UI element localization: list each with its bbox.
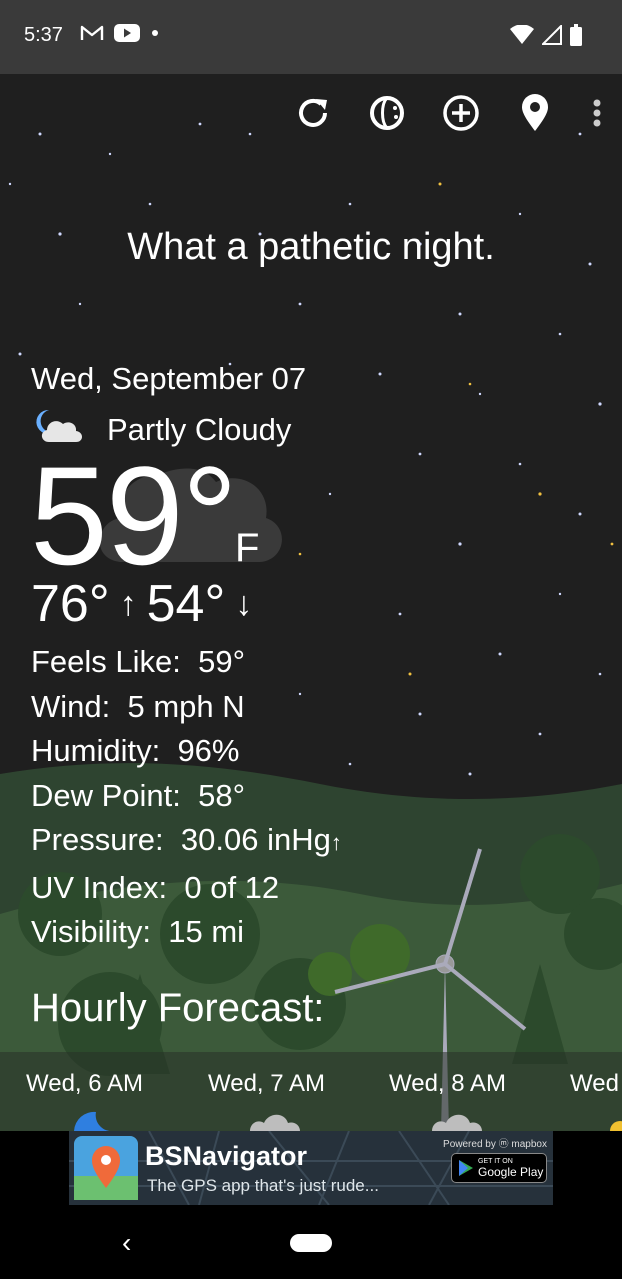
detail-dew-point: Dew Point: 58° — [31, 777, 246, 813]
tagline: What a pathetic night. — [127, 226, 495, 268]
notification-icons — [80, 24, 160, 47]
pressure-trend-icon: ↑ — [330, 830, 342, 855]
hourly-forecast-list[interactable]: Wed, 6 AM Wed, 7 AM Wed, 8 AM Wed — [0, 1052, 622, 1131]
moon-icon — [74, 1111, 114, 1131]
toolbar — [294, 93, 604, 137]
sun-icon — [610, 1121, 622, 1131]
system-icons — [510, 23, 582, 51]
ad-banner[interactable]: BSNavigator The GPS app that's just rude… — [69, 1131, 553, 1205]
battery-icon — [570, 24, 582, 51]
gmail-icon — [80, 24, 104, 47]
app-logo — [74, 1136, 138, 1200]
dot-icon — [150, 24, 160, 47]
more-options-icon — [593, 99, 601, 132]
ad-subtitle: The GPS app that's just rude... — [147, 1176, 379, 1195]
location-button[interactable] — [516, 93, 554, 137]
home-button[interactable] — [290, 1234, 332, 1252]
ad-title: BSNavigator — [145, 1141, 308, 1171]
current-temperature: 59° F — [30, 437, 259, 594]
navigation-bar: ‹ — [0, 1207, 622, 1279]
detail-humidity: Humidity: 96% — [31, 733, 240, 768]
youtube-icon — [114, 24, 140, 47]
ad-powered-by: Powered by ⓜ mapbox — [443, 1139, 547, 1150]
refresh-icon — [294, 94, 332, 137]
arrow-down-icon: ↓ — [235, 584, 253, 623]
detail-visibility: Visibility: 15 mi — [31, 914, 245, 949]
back-button[interactable]: ‹ — [122, 1227, 131, 1259]
high-low: 76° ↑ 54° ↓ — [31, 574, 252, 634]
detail-feels-like: Feels Like: 59° — [31, 644, 246, 679]
detail-uv-index: UV Index: 0 of 12 — [31, 869, 280, 905]
location-pin-icon — [520, 93, 550, 137]
refresh-button[interactable] — [294, 96, 332, 134]
add-location-icon — [442, 94, 480, 137]
radar-button[interactable] — [368, 94, 406, 137]
wifi-icon — [510, 24, 534, 50]
arrow-up-icon: ↑ — [119, 584, 137, 623]
google-play-button[interactable]: GET IT ON Google Play — [451, 1153, 547, 1183]
status-time: 5:37 — [24, 24, 63, 46]
signal-icon — [540, 23, 562, 50]
store-name: Google Play — [478, 1165, 544, 1179]
add-location-button[interactable] — [442, 94, 480, 137]
low-temp: 54° — [146, 575, 226, 633]
play-store-icon — [459, 1160, 473, 1176]
cloud-icon — [432, 1114, 482, 1131]
hourly-item[interactable]: Wed — [570, 1070, 619, 1098]
cloud-icon — [250, 1114, 300, 1131]
status-bar: 5:37 — [0, 0, 622, 74]
weather-details: Feels Like: 59° Wind: 5 mph N Humidity: … — [31, 640, 342, 955]
current-date: Wed, September 07 — [31, 361, 307, 396]
temperature-unit: F — [235, 526, 260, 570]
high-temp: 76° — [31, 575, 110, 633]
detail-wind: Wind: 5 mph N — [31, 688, 245, 724]
temperature-value: 59° — [30, 437, 238, 594]
hourly-item[interactable]: Wed, 8 AM — [389, 1070, 506, 1098]
detail-pressure: Pressure: 30.06 inHg↑ — [31, 822, 342, 857]
weather-app: What a pathetic night. Wed, September 07… — [0, 74, 622, 1131]
hourly-forecast-title: Hourly Forecast: — [31, 986, 325, 1030]
more-options-button[interactable] — [590, 96, 604, 134]
hourly-item[interactable]: Wed, 6 AM — [26, 1070, 143, 1098]
hourly-item[interactable]: Wed, 7 AM — [208, 1070, 325, 1098]
radar-icon — [368, 94, 406, 137]
